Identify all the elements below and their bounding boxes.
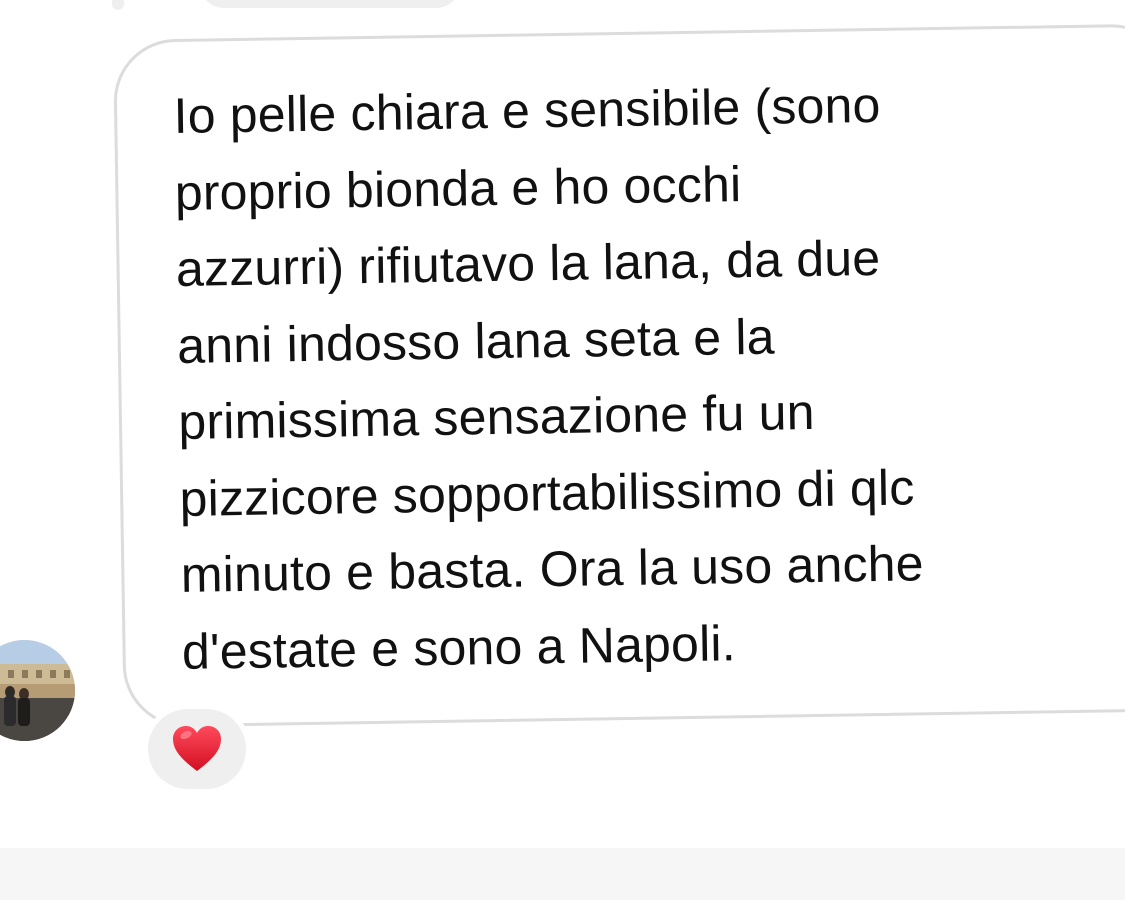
avatar-photo-icon [0,640,75,741]
sender-avatar[interactable] [0,640,75,741]
message-line: d'estate e sono a Napoli. [181,614,737,680]
message-line: primissima sensazione fu un [177,383,816,450]
composer-area [0,848,1125,900]
chat-screen: Io pelle chiara e sensibile (sono propri… [0,0,1125,900]
message-line: azzurri) rifiutavo la lana, da due [175,229,881,297]
reaction-chip[interactable] [143,704,251,794]
previous-message-tail [112,0,124,10]
message-line: proprio bionda e ho occhi [174,155,742,221]
red-heart-icon [173,726,221,771]
previous-message-bubble[interactable] [200,0,460,8]
message-text: Io pelle chiara e sensibile (sono propri… [173,64,1102,690]
message-line: minuto e basta. Ora la uso anche [180,535,925,603]
message-line: Io pelle chiara e sensibile (sono [173,76,881,144]
message-line: anni indosso lana seta e la [176,308,776,374]
message-line: pizzicore sopportabilissimo di qlc [179,458,915,527]
